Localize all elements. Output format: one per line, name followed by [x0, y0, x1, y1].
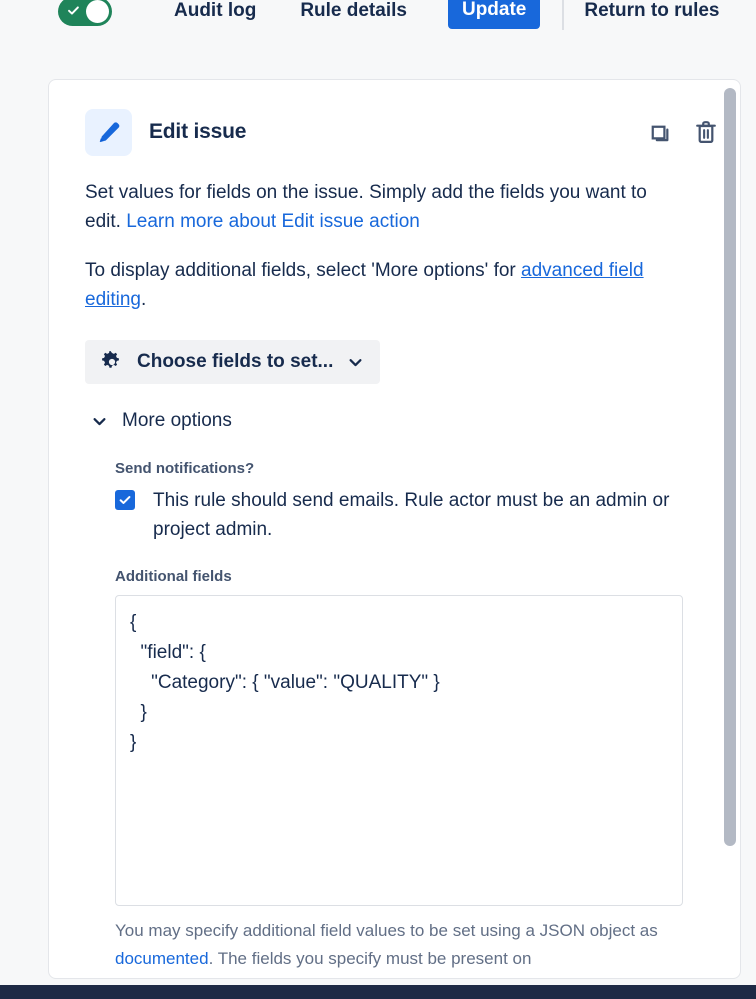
- additional-fields-label: Additional fields: [115, 568, 232, 585]
- pencil-icon-badge: [85, 108, 132, 156]
- learn-more-link[interactable]: Learn more about Edit issue action: [126, 211, 420, 232]
- help-text-after: . The fields you specify must be present…: [208, 949, 532, 968]
- nav-link-rule-details[interactable]: Rule details: [300, 0, 407, 26]
- choose-fields-dropdown[interactable]: Choose fields to set...: [85, 340, 381, 384]
- description-paragraph-1: Set values for fields on the issue. Simp…: [85, 178, 685, 236]
- nav-link-return-to-rules[interactable]: Return to rules: [584, 0, 719, 26]
- help-text-before: You may specify additional field values …: [115, 921, 658, 940]
- send-notifications-row[interactable]: This rule should send emails. Rule actor…: [115, 486, 727, 544]
- nav-divider: [562, 0, 565, 30]
- choose-fields-label: Choose fields to set...: [137, 351, 334, 372]
- description-text-2: To display additional fields, select 'Mo…: [85, 260, 522, 281]
- bottom-bar: [0, 985, 756, 999]
- nav-link-audit-log[interactable]: Audit log: [174, 0, 256, 26]
- copy-icon: [651, 125, 669, 142]
- delete-action-button[interactable]: [691, 117, 721, 147]
- send-emails-checkbox-label: This rule should send emails. Rule actor…: [153, 490, 670, 540]
- more-options-label: More options: [122, 410, 232, 431]
- check-icon: [119, 496, 131, 504]
- card-scroll-content: Edit issue Set values for fields on the …: [49, 80, 740, 978]
- duplicate-action-button[interactable]: [643, 117, 673, 147]
- card-header: Edit issue: [85, 108, 727, 156]
- page-title: Edit issue: [149, 120, 247, 143]
- chevron-down-icon: [93, 417, 106, 425]
- additional-fields-help-text: You may specify additional field values …: [115, 917, 683, 973]
- documented-link[interactable]: documented: [115, 949, 209, 968]
- gear-icon: [102, 351, 119, 368]
- send-notifications-label: Send notifications?: [115, 460, 255, 477]
- trash-icon: [696, 121, 716, 144]
- check-icon: [68, 5, 79, 15]
- description-paragraph-2: To display additional fields, select 'Mo…: [85, 256, 685, 314]
- pencil-icon: [99, 121, 120, 142]
- chevron-down-icon: [349, 358, 362, 366]
- update-button[interactable]: Update: [447, 0, 541, 30]
- rule-enabled-toggle[interactable]: [58, 0, 112, 26]
- additional-fields-textarea[interactable]: { "field": { "Category": { "value": "QUA…: [115, 595, 683, 906]
- card-header-actions: [643, 117, 727, 147]
- app-screen: Audit log Rule details Update Return to …: [0, 0, 756, 999]
- send-emails-checkbox[interactable]: [115, 490, 135, 510]
- edit-issue-action-card: Edit issue Set values for fields on the …: [48, 79, 741, 979]
- card-scrollbar-thumb[interactable]: [724, 88, 736, 846]
- description-text-2-suffix: .: [141, 289, 147, 310]
- more-options-toggle[interactable]: More options: [85, 410, 727, 432]
- toggle-knob: [86, 0, 109, 23]
- card-scrollbar-track[interactable]: [724, 88, 736, 972]
- top-navigation-bar: Audit log Rule details Update Return to …: [0, 0, 756, 56]
- more-options-panel: Send notifications? This rule should sen…: [85, 460, 727, 973]
